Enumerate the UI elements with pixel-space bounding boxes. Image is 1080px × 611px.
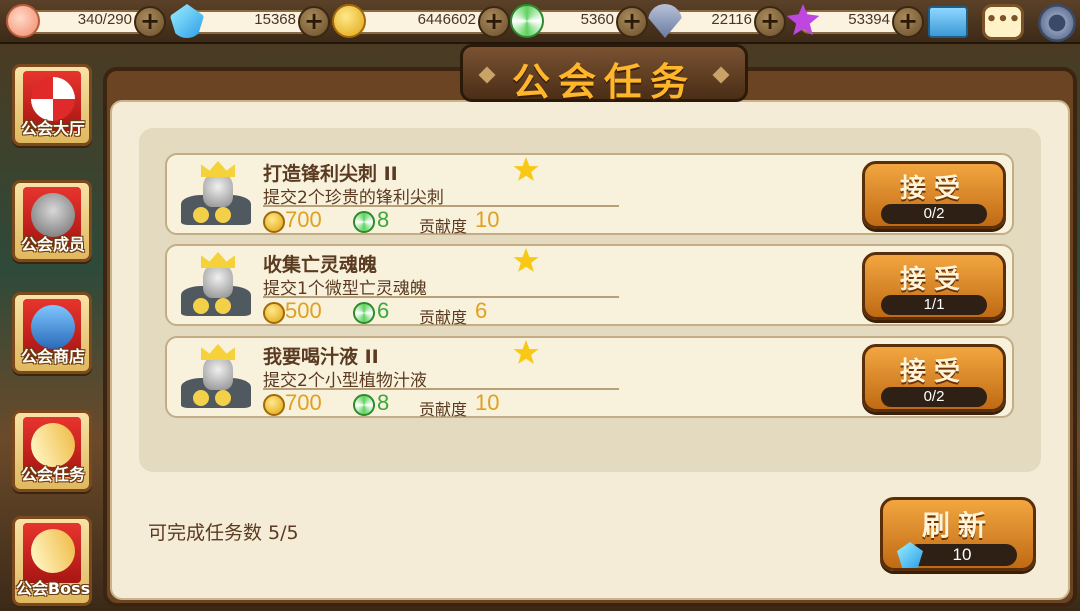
- page-title: 公会任务: [511, 60, 696, 104]
- resource-value: 22116: [711, 11, 752, 28]
- sidenav-guild-members[interactable]: 公会成员: [12, 180, 92, 262]
- mail-icon[interactable]: [928, 6, 968, 38]
- chat-icon[interactable]: •••: [982, 4, 1024, 40]
- title-plate: 公会任务: [460, 44, 748, 104]
- candy-reward: 6: [377, 298, 390, 323]
- sidenav-guild-tasks[interactable]: 公会任务: [12, 410, 92, 492]
- skeleton-king-icon: [175, 344, 253, 412]
- task-name: 收集亡灵魂魄: [263, 254, 378, 276]
- sidenav-label: 公会大厅: [20, 119, 85, 138]
- accept-button[interactable]: 接受 0/2: [862, 161, 1006, 229]
- coin-icon: [263, 302, 285, 324]
- resource-candy: 5360 +: [510, 4, 648, 38]
- star-icon: [513, 157, 539, 181]
- resource-value: 5360: [580, 11, 614, 28]
- accept-button[interactable]: 接受 1/1: [862, 252, 1006, 320]
- skeleton-king-icon: [175, 161, 253, 229]
- gold-reward: 500: [285, 298, 322, 323]
- candy-icon: [353, 394, 375, 416]
- candy-reward: 8: [377, 207, 390, 232]
- resource-gems: 15368 +: [170, 4, 330, 38]
- resource-gold: 6446602 +: [332, 4, 510, 38]
- add-gems-button[interactable]: +: [298, 6, 330, 38]
- resource-value: 6446602: [417, 11, 476, 28]
- sidenav-label: 公会成员: [20, 235, 85, 254]
- add-stars-button[interactable]: +: [892, 6, 924, 38]
- task-progress: 0/2: [881, 204, 987, 224]
- sidenav-guild-boss[interactable]: 公会Boss: [12, 516, 92, 606]
- accept-label: 接受: [899, 357, 968, 387]
- gold-reward: 700: [285, 390, 322, 415]
- accept-label: 接受: [899, 174, 968, 204]
- skeleton-king-icon: [175, 252, 253, 320]
- refresh-label: 刷新: [921, 509, 994, 542]
- contribution-reward: 10: [475, 207, 500, 232]
- sidenav-label: 公会Boss: [15, 579, 91, 598]
- add-stamina-button[interactable]: +: [134, 6, 166, 38]
- task-row: 收集亡灵魂魄 提交1个微型亡灵魂魄 500 6 贡献度 6 接受 1/1: [165, 244, 1014, 327]
- accept-label: 接受: [899, 265, 968, 295]
- candy-icon: [353, 302, 375, 324]
- coin-icon: [263, 394, 285, 416]
- task-row: 打造锋利尖刺 II 提交2个珍贵的锋利尖刺 700 8 贡献度 10 接受 0/…: [165, 153, 1014, 236]
- candy-icon: [353, 211, 375, 233]
- resource-value: 53394: [848, 11, 890, 28]
- task-progress: 0/2: [881, 387, 987, 407]
- completable-count: 可完成任务数 5/5: [148, 522, 299, 544]
- resource-stars: 53394 +: [786, 4, 924, 38]
- sidenav-label: 公会任务: [20, 465, 85, 484]
- task-row: 我要喝汁液 II 提交2个小型植物汁液 700 8 贡献度 10 接受 0/2: [165, 336, 1014, 419]
- refresh-cost: 10: [907, 544, 1017, 566]
- candy-reward: 8: [377, 390, 390, 415]
- star-icon: [513, 340, 539, 364]
- resource-value: 15368: [254, 11, 296, 28]
- coin-icon: [263, 211, 285, 233]
- task-name: 打造锋利尖刺 II: [263, 163, 398, 185]
- accept-button[interactable]: 接受 0/2: [862, 344, 1006, 412]
- contribution-reward: 6: [475, 298, 488, 323]
- resource-honor: 22116 +: [648, 4, 786, 38]
- sidenav-guild-hall[interactable]: 公会大厅: [12, 64, 92, 146]
- contribution-label: 贡献度: [419, 400, 468, 419]
- resource-value: 340/290: [77, 11, 132, 28]
- sidenav-label: 公会商店: [20, 347, 85, 366]
- gold-reward: 700: [285, 207, 322, 232]
- resource-stamina: 340/290 +: [6, 4, 166, 38]
- sidenav-guild-shop[interactable]: 公会商店: [12, 292, 92, 374]
- contribution-label: 贡献度: [419, 308, 468, 327]
- star-icon: [513, 248, 539, 272]
- resource-bar: 340/290 + 15368 + 6446602 + 5360 + 22116…: [0, 0, 1080, 44]
- task-progress: 1/1: [881, 295, 987, 315]
- gear-icon[interactable]: [1038, 4, 1076, 42]
- task-name: 我要喝汁液 II: [263, 346, 379, 368]
- contribution-label: 贡献度: [419, 217, 468, 236]
- refresh-button[interactable]: 刷新 10: [880, 497, 1036, 571]
- contribution-reward: 10: [475, 390, 500, 415]
